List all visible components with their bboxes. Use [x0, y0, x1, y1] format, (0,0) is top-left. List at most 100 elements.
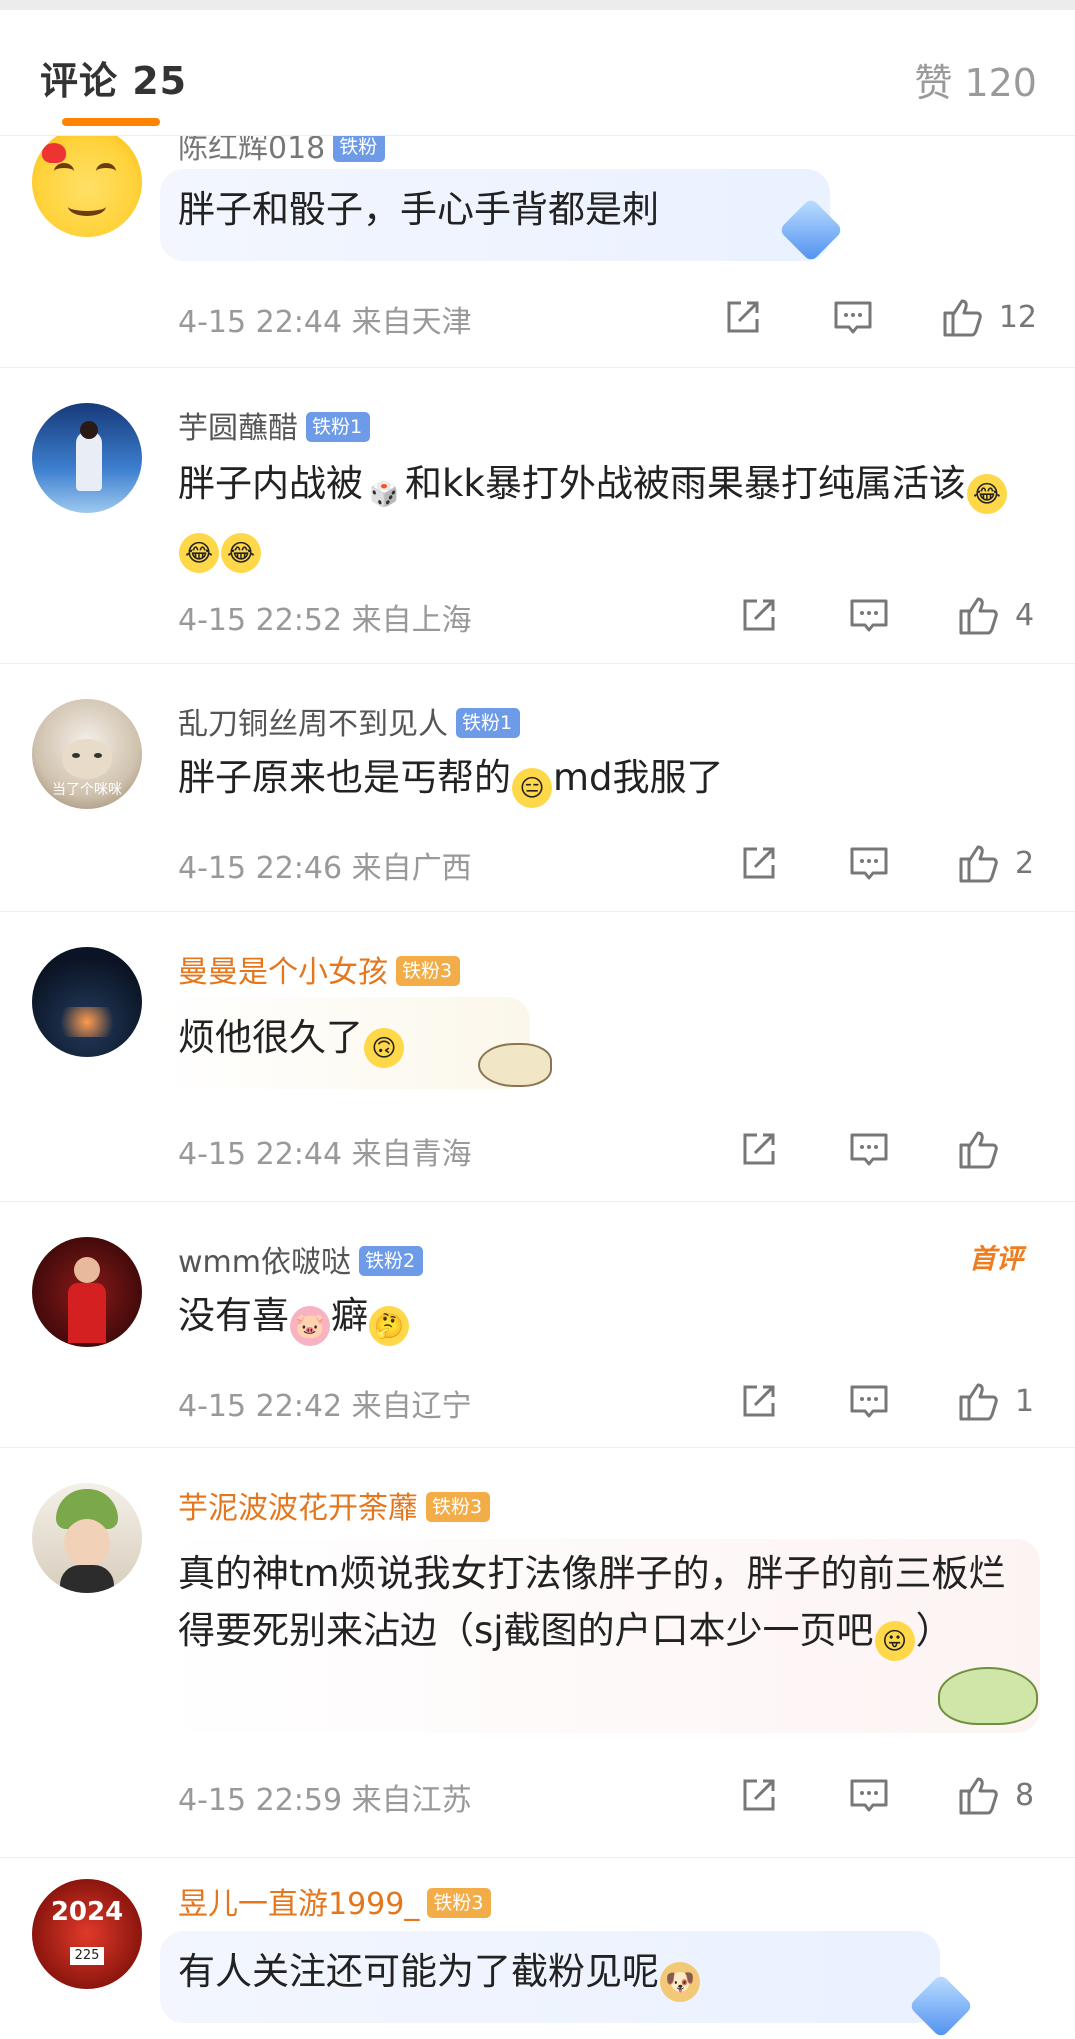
username[interactable]: 芋泥波波花开荼蘼 铁粉3 [178, 1483, 491, 1527]
comment-text: 胖子和骰子，手心手背都是刺 [178, 188, 659, 231]
comment-icon [850, 1385, 888, 1418]
comment-time: 4-15 22:44 [178, 305, 343, 340]
like-count: 8 [1015, 1777, 1035, 1813]
text-segment: ） [915, 1609, 953, 1652]
reply-button[interactable] [847, 1773, 891, 1817]
comment-text: 没有喜 🐷 癖 🤔 [178, 1287, 1038, 1346]
comment-location: 来自广西 [351, 851, 472, 886]
text-segment: 胖子原来也是丐帮的 [178, 756, 511, 799]
share-icon [727, 301, 759, 333]
fan-badge: 铁粉3 [426, 1491, 491, 1522]
like-button[interactable]: 1 [957, 1379, 1037, 1423]
comment-meta: 4-15 22:44 来自天津 [178, 297, 472, 341]
share-button[interactable] [721, 295, 765, 339]
comment-item: 陈红辉018 铁粉 胖子和骰子，手心手背都是刺 4-15 22:44 来自天津 1… [0, 127, 1075, 368]
like-count: 12 [998, 299, 1037, 335]
username[interactable]: 芋圆蘸醋 铁粉1 [178, 403, 371, 447]
thumbs-up-icon [959, 845, 998, 883]
like-count: 1 [1015, 1383, 1035, 1419]
first-comment-tag: 首评 [969, 1244, 1023, 1275]
comment-meta: 4-15 22:42 来自辽宁 [178, 1381, 472, 1425]
avatar[interactable]: 2024 225 [32, 1879, 142, 1989]
username-text: 乱刀铜丝周不到见人 [178, 707, 448, 742]
thumbs-up-icon [959, 1777, 998, 1815]
comment-actions: 4 [737, 591, 1037, 639]
like-button[interactable]: 12 [941, 295, 1037, 339]
laugh-cry-emoji: 😂 [966, 474, 1007, 514]
share-button[interactable] [737, 1127, 781, 1171]
smirk-emoji: 😑 [512, 768, 552, 808]
reply-button[interactable] [847, 841, 891, 885]
username-text: 昱儿一直游1999_ [178, 1887, 420, 1922]
share-icon [743, 1133, 775, 1165]
thumbs-up-icon [959, 597, 998, 635]
comment-icon [834, 301, 872, 334]
avatar[interactable] [32, 1237, 142, 1347]
comment-actions: 2 [737, 839, 1037, 887]
reply-button[interactable] [847, 1379, 891, 1423]
share-button[interactable] [737, 593, 781, 637]
like-button[interactable] [957, 1127, 1037, 1171]
comment-text: 胖子内战被 🎲 和kk暴打外战被雨果暴打纯属活该 😂😂 😂 [178, 455, 1038, 573]
like-button[interactable]: 8 [957, 1773, 1037, 1817]
like-count: 4 [1015, 597, 1035, 633]
comment-time: 4-15 22:52 [178, 603, 343, 638]
fan-badge: 铁粉2 [358, 1245, 424, 1276]
status-strip [0, 0, 1075, 10]
share-button[interactable] [737, 1379, 781, 1423]
comment-time: 4-15 22:44 [178, 1137, 343, 1172]
share-icon [743, 1385, 775, 1417]
tongue-emoji: 😛 [874, 1621, 915, 1661]
thinking-emoji: 🤔 [369, 1306, 409, 1346]
username[interactable]: 昱儿一直游1999_ 铁粉3 [178, 1879, 492, 1923]
doge-emoji: 🐶 [660, 1962, 700, 2002]
comment-text: 有人关注还可能为了截粉见呢 🐶 [178, 1943, 1038, 2002]
like-count: 2 [1015, 845, 1035, 881]
thumbs-up-icon [959, 1131, 998, 1169]
text-segment: md我服了 [553, 756, 724, 799]
comment-meta: 4-15 22:59 来自江苏 [178, 1775, 472, 1819]
fan-badge: 铁粉3 [427, 1887, 492, 1918]
username-text: 陈红辉018 [178, 131, 326, 166]
comment-icon [850, 1779, 888, 1812]
like-button[interactable]: 4 [957, 593, 1037, 637]
comment-actions: 8 [737, 1771, 1037, 1819]
avatar-caption: 当了个咪咪 [52, 782, 122, 798]
avatar[interactable]: 当了个咪咪 [32, 699, 142, 809]
upside-down-emoji: 🙃 [364, 1028, 404, 1068]
reply-button[interactable] [831, 295, 875, 339]
comment-meta: 4-15 22:46 来自广西 [178, 843, 472, 887]
pig-emoji: 🐷 [290, 1306, 330, 1346]
like-button[interactable]: 2 [957, 841, 1037, 885]
comment-location: 来自天津 [351, 305, 472, 340]
comment-item: 芋泥波波花开荼蘼 铁粉3 真的神tm烦说我女打法像胖子的，胖子的前三板烂得要死别来… [0, 1447, 1075, 1858]
dice-emoji: 🎲 [364, 474, 404, 514]
reply-button[interactable] [847, 593, 891, 637]
tab-likes[interactable]: 赞 120 [914, 52, 1037, 107]
comment-actions [737, 1125, 1037, 1173]
share-button[interactable] [737, 1773, 781, 1817]
tab-comments[interactable]: 评论 25 [40, 50, 187, 105]
comment-time: 4-15 22:46 [178, 851, 343, 886]
comment-text: 烦他很久了 🙃 [178, 1009, 1038, 1068]
share-button[interactable] [737, 841, 781, 885]
comment-text: 胖子原来也是丐帮的 😑 md我服了 [178, 749, 1038, 808]
username[interactable]: 曼曼是个小女孩 铁粉3 [178, 947, 461, 991]
comment-location: 来自青海 [351, 1137, 472, 1172]
username[interactable]: wmm依啵哒 铁粉2 [178, 1237, 424, 1281]
fan-badge: 铁粉1 [456, 707, 521, 738]
comments-header: 评论 25 赞 120 [0, 10, 1075, 136]
avatar[interactable] [32, 1483, 142, 1593]
avatar[interactable] [32, 947, 142, 1057]
thumbs-up-icon [959, 1383, 998, 1421]
avatar[interactable] [32, 403, 142, 513]
thumbs-up-icon [943, 299, 982, 337]
reply-button[interactable] [847, 1127, 891, 1171]
comment-time: 4-15 22:59 [178, 1783, 343, 1818]
comment-item: 芋圆蘸醋 铁粉1 胖子内战被 🎲 和kk暴打外战被雨果暴打纯属活该 😂😂 😂 4-15 2… [0, 367, 1075, 664]
comment-location: 来自上海 [351, 603, 472, 638]
username[interactable]: 乱刀铜丝周不到见人 铁粉1 [178, 699, 521, 743]
avatar[interactable] [32, 127, 142, 237]
text-segment: 烦他很久了 [178, 1016, 363, 1059]
laugh-cry-emoji: 😂 [221, 533, 261, 573]
